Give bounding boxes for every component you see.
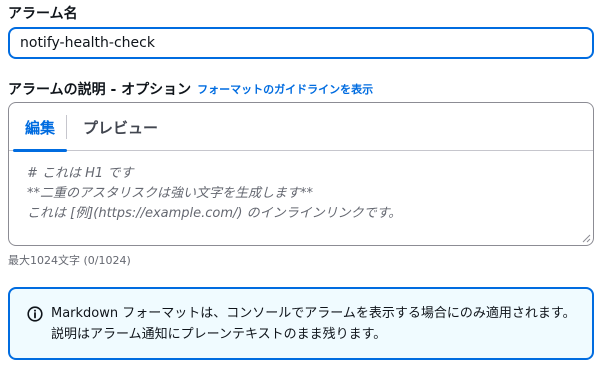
description-textarea[interactable]: [9, 152, 593, 245]
format-guidelines-link[interactable]: フォーマットのガイドラインを表示: [197, 81, 373, 97]
info-message: Markdown フォーマットは、コンソールでアラームを表示する場合にのみ適用さ…: [51, 306, 576, 342]
tab-divider: [66, 115, 67, 139]
resize-grip-icon[interactable]: [582, 234, 591, 243]
tab-preview[interactable]: プレビュー: [69, 103, 172, 151]
description-label: アラームの説明 - オプション: [8, 82, 192, 98]
character-count: 最大1024文字 (0/1024): [8, 254, 131, 267]
alarm-name-input[interactable]: [8, 27, 594, 59]
tab-edit[interactable]: 編集: [11, 103, 69, 152]
info-alert: Markdown フォーマットは、コンソールでアラームを表示する場合にのみ適用さ…: [8, 287, 594, 360]
alarm-name-label: アラーム名: [8, 6, 78, 22]
info-circle-icon: [27, 306, 43, 322]
editor-tabs: 編集 プレビュー: [9, 103, 593, 152]
description-editor: 編集 プレビュー: [8, 102, 594, 246]
description-label-row: アラームの説明 - オプション フォーマットのガイドラインを表示: [8, 79, 373, 99]
